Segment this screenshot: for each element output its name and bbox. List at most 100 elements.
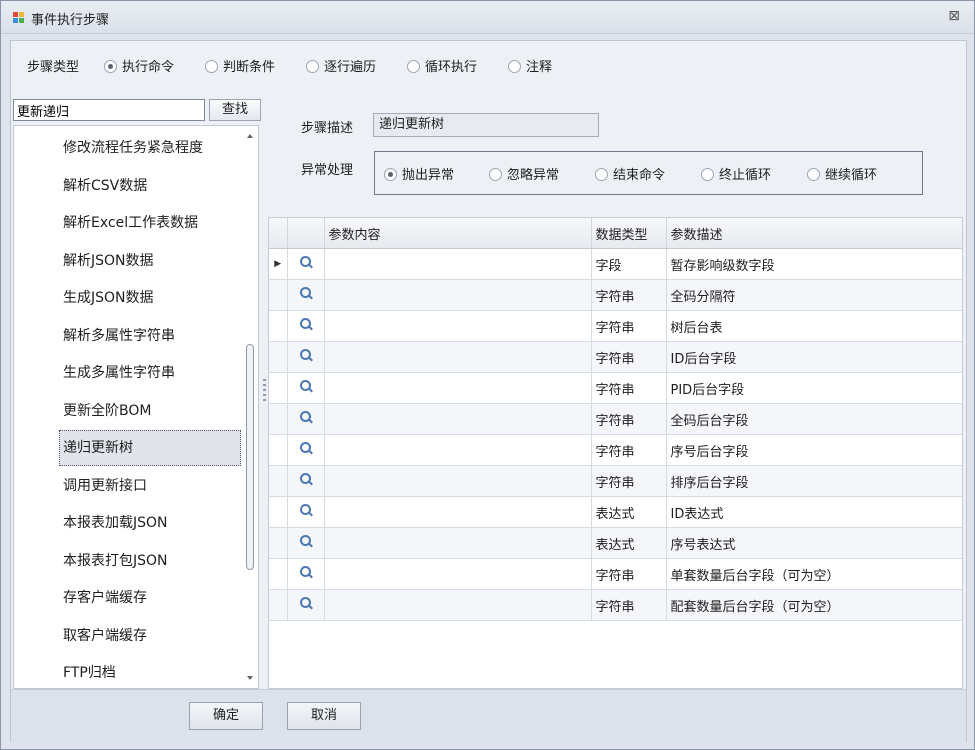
list-item[interactable]: 本报表加载JSON: [59, 505, 241, 541]
param-type-cell[interactable]: 字段: [591, 248, 667, 280]
param-content-cell[interactable]: [324, 434, 592, 466]
param-type-cell[interactable]: 字符串: [591, 465, 667, 497]
magnifier-icon[interactable]: [299, 503, 313, 517]
list-item[interactable]: 存客户端缓存: [59, 580, 241, 616]
param-type-cell[interactable]: 字符串: [591, 372, 667, 404]
table-row[interactable]: ▶ 字段 暂存影响级数字段: [269, 248, 962, 280]
param-content-cell[interactable]: [324, 465, 592, 497]
param-desc-cell[interactable]: 树后台表: [666, 310, 962, 342]
list-item[interactable]: 解析JSON数据: [59, 243, 241, 279]
row-lookup-cell[interactable]: [287, 248, 325, 280]
param-type-cell[interactable]: 字符串: [591, 341, 667, 373]
row-lookup-cell[interactable]: [287, 496, 325, 528]
command-list[interactable]: 修改流程任务紧急程度 解析CSV数据 解析Excel工作表数据 解析JSON数据…: [13, 125, 259, 689]
table-row[interactable]: 字符串 配套数量后台字段（可为空）: [269, 589, 962, 621]
command-search-input[interactable]: [13, 99, 205, 121]
search-button[interactable]: 查找: [209, 99, 261, 121]
param-desc-cell[interactable]: ID表达式: [666, 496, 962, 528]
param-type-cell[interactable]: 字符串: [591, 310, 667, 342]
step-desc-field[interactable]: 递归更新树: [373, 113, 599, 137]
column-header-type[interactable]: 数据类型: [591, 218, 667, 249]
magnifier-icon[interactable]: [299, 596, 313, 610]
magnifier-icon[interactable]: [299, 255, 313, 269]
list-item[interactable]: 解析Excel工作表数据: [59, 205, 241, 241]
list-item-selected[interactable]: 递归更新树: [59, 430, 241, 466]
row-lookup-cell[interactable]: [287, 434, 325, 466]
magnifier-icon[interactable]: [299, 441, 313, 455]
table-row[interactable]: 字符串 ID后台字段: [269, 341, 962, 373]
magnifier-icon[interactable]: [299, 565, 313, 579]
list-item[interactable]: 生成多属性字符串: [59, 355, 241, 391]
row-lookup-cell[interactable]: [287, 310, 325, 342]
row-lookup-cell[interactable]: [287, 403, 325, 435]
param-type-cell[interactable]: 表达式: [591, 496, 667, 528]
param-content-cell[interactable]: [324, 527, 592, 559]
param-type-cell[interactable]: 字符串: [591, 279, 667, 311]
param-desc-cell[interactable]: 排序后台字段: [666, 465, 962, 497]
param-content-cell[interactable]: [324, 310, 592, 342]
exception-option-end-command[interactable]: 结束命令: [595, 164, 665, 183]
pane-splitter-handle[interactable]: [263, 379, 266, 403]
param-content-cell[interactable]: [324, 496, 592, 528]
list-item[interactable]: 解析多属性字符串: [59, 318, 241, 354]
magnifier-icon[interactable]: [299, 534, 313, 548]
list-item[interactable]: 取客户端缓存: [59, 618, 241, 654]
param-desc-cell[interactable]: 单套数量后台字段（可为空）: [666, 558, 962, 590]
param-type-cell[interactable]: 字符串: [591, 434, 667, 466]
magnifier-icon[interactable]: [299, 472, 313, 486]
row-lookup-cell[interactable]: [287, 465, 325, 497]
list-item[interactable]: 本报表打包JSON: [59, 543, 241, 579]
table-row[interactable]: 字符串 全码分隔符: [269, 279, 962, 311]
list-item[interactable]: 调用更新接口: [59, 468, 241, 504]
row-lookup-cell[interactable]: [287, 341, 325, 373]
step-type-option-comment[interactable]: 注释: [508, 57, 552, 79]
row-lookup-cell[interactable]: [287, 527, 325, 559]
list-item[interactable]: 解析CSV数据: [59, 168, 241, 204]
scroll-down-arrow-icon[interactable]: [247, 676, 253, 680]
magnifier-icon[interactable]: [299, 348, 313, 362]
param-content-cell[interactable]: [324, 558, 592, 590]
table-row[interactable]: 字符串 PID后台字段: [269, 372, 962, 404]
row-lookup-cell[interactable]: [287, 279, 325, 311]
param-desc-cell[interactable]: 全码后台字段: [666, 403, 962, 435]
column-header-desc[interactable]: 参数描述: [666, 218, 962, 249]
param-type-cell[interactable]: 字符串: [591, 589, 667, 621]
step-type-option-iterate-rows[interactable]: 逐行遍历: [306, 57, 376, 79]
exception-option-ignore[interactable]: 忽略异常: [489, 164, 559, 183]
table-row[interactable]: 字符串 排序后台字段: [269, 465, 962, 497]
cancel-button[interactable]: 取消: [287, 702, 361, 730]
param-desc-cell[interactable]: PID后台字段: [666, 372, 962, 404]
step-type-option-condition[interactable]: 判断条件: [205, 57, 275, 79]
param-desc-cell[interactable]: ID后台字段: [666, 341, 962, 373]
list-item[interactable]: 修改流程任务紧急程度: [59, 130, 241, 166]
row-lookup-cell[interactable]: [287, 372, 325, 404]
param-type-cell[interactable]: 字符串: [591, 558, 667, 590]
param-type-cell[interactable]: 表达式: [591, 527, 667, 559]
exception-option-break-loop[interactable]: 终止循环: [701, 164, 771, 183]
list-item[interactable]: FTP归档: [59, 655, 241, 688]
table-row[interactable]: 表达式 序号表达式: [269, 527, 962, 559]
ok-button[interactable]: 确定: [189, 702, 263, 730]
param-desc-cell[interactable]: 全码分隔符: [666, 279, 962, 311]
param-content-cell[interactable]: [324, 372, 592, 404]
param-content-cell[interactable]: [324, 403, 592, 435]
column-header-content[interactable]: 参数内容: [324, 218, 592, 249]
command-list-scrollbar[interactable]: [243, 126, 257, 688]
table-row[interactable]: 表达式 ID表达式: [269, 496, 962, 528]
list-item[interactable]: 更新全阶BOM: [59, 393, 241, 429]
param-desc-cell[interactable]: 暂存影响级数字段: [666, 248, 962, 280]
row-lookup-cell[interactable]: [287, 558, 325, 590]
exception-option-continue-loop[interactable]: 继续循环: [807, 164, 877, 183]
list-item[interactable]: 生成JSON数据: [59, 280, 241, 316]
table-row[interactable]: 字符串 全码后台字段: [269, 403, 962, 435]
magnifier-icon[interactable]: [299, 317, 313, 331]
table-row[interactable]: 字符串 序号后台字段: [269, 434, 962, 466]
row-lookup-cell[interactable]: [287, 589, 325, 621]
param-desc-cell[interactable]: 配套数量后台字段（可为空）: [666, 589, 962, 621]
scrollbar-thumb[interactable]: [246, 344, 254, 570]
param-desc-cell[interactable]: 序号后台字段: [666, 434, 962, 466]
param-content-cell[interactable]: [324, 589, 592, 621]
param-type-cell[interactable]: 字符串: [591, 403, 667, 435]
step-type-option-loop[interactable]: 循环执行: [407, 57, 477, 79]
table-row[interactable]: 字符串 单套数量后台字段（可为空）: [269, 558, 962, 590]
